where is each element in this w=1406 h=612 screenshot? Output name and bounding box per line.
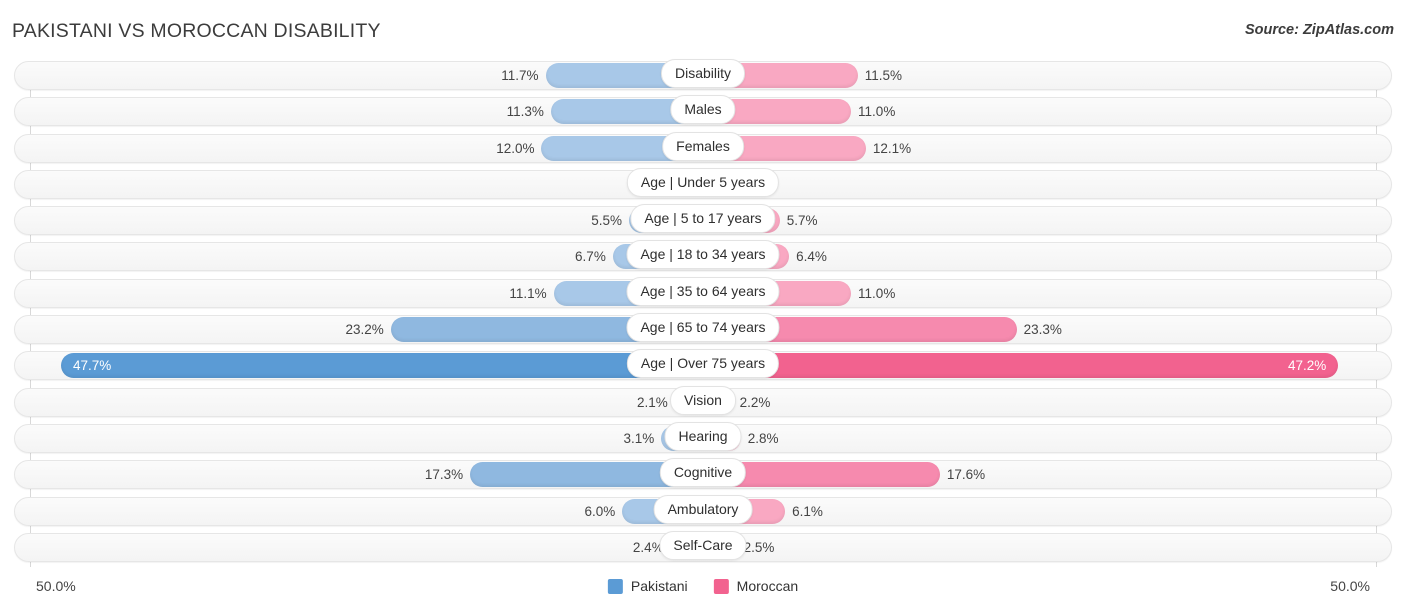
chart-container: PAKISTANI VS MOROCCAN DISABILITY Source:… xyxy=(0,0,1406,612)
legend-item-pakistani[interactable]: Pakistani xyxy=(607,578,688,594)
value-label-moroccan: 11.5% xyxy=(864,68,903,83)
legend-swatch-icon xyxy=(607,578,623,594)
row-category-label: Age | 65 to 74 years xyxy=(626,313,780,343)
value-label-moroccan: 2.2% xyxy=(739,394,771,410)
table-row[interactable]: 47.7% 47.2% Age | Over 75 years xyxy=(0,348,1406,384)
table-row[interactable]: 2.1% 2.2% Vision xyxy=(0,385,1406,421)
table-row[interactable]: 5.5% 5.7% Age | 5 to 17 years xyxy=(0,203,1406,239)
row-category-label: Age | Over 75 years xyxy=(626,349,780,379)
value-label-pakistani: 17.3% xyxy=(424,467,464,483)
value-label-pakistani: 3.1% xyxy=(623,430,655,446)
row-category-label: Age | 5 to 17 years xyxy=(630,204,776,234)
source-attribution: Source: ZipAtlas.com xyxy=(1244,22,1394,38)
value-label-pakistani: 47.7% xyxy=(72,358,112,374)
value-label-moroccan: 6.1% xyxy=(792,503,823,519)
row-category-label: Age | Under 5 years xyxy=(626,167,780,197)
chart-plot-area: 11.7% 11.5% Disability 11.3% 11.0% Males 12.0%… xyxy=(0,58,1406,570)
legend-label: Pakistani xyxy=(630,578,688,594)
value-label-pakistani: 6.7% xyxy=(575,249,606,265)
value-label-pakistani: 5.5% xyxy=(591,213,622,229)
value-label-pakistani: 23.2% xyxy=(345,322,384,338)
table-row[interactable]: 11.3% 11.0% Males xyxy=(0,94,1406,130)
row-category-label: Males xyxy=(670,95,736,125)
value-label-moroccan: 2.8% xyxy=(747,430,779,446)
row-category-label: Ambulatory xyxy=(653,494,753,524)
table-row[interactable]: 12.0% 12.1% Females xyxy=(0,131,1406,167)
value-label-moroccan: 23.3% xyxy=(1023,322,1062,338)
bar-pakistani[interactable] xyxy=(60,353,703,379)
legend-label: Moroccan xyxy=(736,578,799,594)
table-row[interactable]: 17.3% 17.6% Cognitive xyxy=(0,457,1406,493)
value-label-moroccan: 11.0% xyxy=(858,104,896,120)
table-row[interactable]: 6.7% 6.4% Age | 18 to 34 years xyxy=(0,239,1406,275)
row-category-label: Disability xyxy=(660,59,746,88)
value-label-moroccan: 2.5% xyxy=(743,539,775,555)
axis-label-left: 50.0% xyxy=(36,578,76,594)
table-row[interactable]: 6.0% 6.1% Ambulatory xyxy=(0,494,1406,530)
value-label-pakistani: 2.1% xyxy=(636,394,668,410)
value-label-moroccan: 6.4% xyxy=(796,249,827,265)
value-label-moroccan: 47.2% xyxy=(1288,358,1327,374)
value-label-moroccan: 12.1% xyxy=(872,140,912,156)
chart-legend: Pakistani Moroccan xyxy=(607,578,799,594)
table-row[interactable]: 2.4% 2.5% Self-Care xyxy=(0,530,1406,566)
legend-item-moroccan[interactable]: Moroccan xyxy=(713,578,799,594)
row-category-label: Cognitive xyxy=(659,458,747,488)
value-label-pakistani: 12.0% xyxy=(496,140,535,156)
table-row[interactable]: 11.7% 11.5% Disability xyxy=(0,58,1406,94)
chart-footer: 50.0% 50.0% Pakistani Moroccan xyxy=(0,570,1406,612)
row-category-label: Hearing xyxy=(664,421,742,451)
legend-swatch-icon xyxy=(713,578,729,594)
row-category-label: Females xyxy=(662,131,744,161)
value-label-pakistani: 11.1% xyxy=(509,285,547,301)
value-label-moroccan: 11.0% xyxy=(858,285,896,301)
bar-rows: 11.7% 11.5% Disability 11.3% 11.0% Males 12.0%… xyxy=(0,58,1406,566)
row-category-label: Age | 35 to 64 years xyxy=(626,276,780,306)
chart-header: PAKISTANI VS MOROCCAN DISABILITY Source:… xyxy=(0,0,1406,58)
value-label-moroccan: 5.7% xyxy=(786,213,818,229)
row-category-label: Vision xyxy=(670,385,736,415)
table-row[interactable]: 23.2% 23.3% Age | 65 to 74 years xyxy=(0,312,1406,348)
table-row[interactable]: 1.3%1.2%Age | Under 5 years xyxy=(0,167,1406,203)
bar-moroccan[interactable] xyxy=(703,353,1339,379)
value-label-moroccan: 17.6% xyxy=(946,467,986,483)
value-label-pakistani: 11.3% xyxy=(506,104,544,120)
value-label-pakistani: 6.0% xyxy=(584,503,616,519)
page-title: PAKISTANI VS MOROCCAN DISABILITY xyxy=(12,20,381,42)
axis-label-right: 50.0% xyxy=(1330,578,1370,594)
value-label-pakistani: 11.7% xyxy=(501,68,539,83)
row-category-label: Age | 18 to 34 years xyxy=(626,240,780,270)
table-row[interactable]: 11.1% 11.0% Age | 35 to 64 years xyxy=(0,276,1406,312)
row-category-label: Self-Care xyxy=(659,530,747,560)
table-row[interactable]: 3.1% 2.8% Hearing xyxy=(0,421,1406,457)
